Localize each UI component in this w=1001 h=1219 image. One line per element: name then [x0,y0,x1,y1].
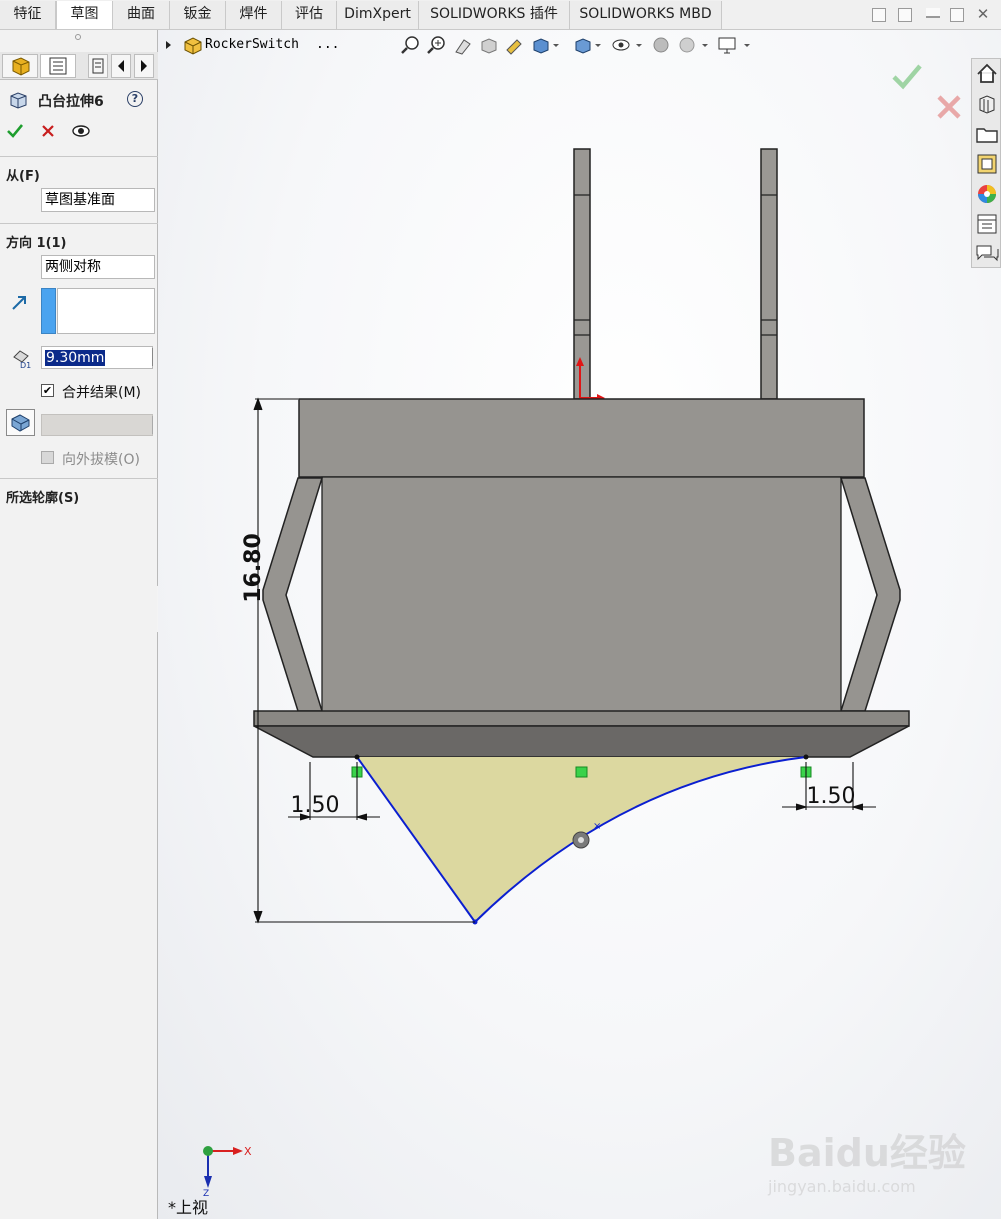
latch-right[interactable] [839,477,901,712]
right-offset-value[interactable]: 1.50 [807,784,856,809]
feature-title: 凸台拉伸6 [38,94,104,110]
x-axis-label: X [244,1145,252,1158]
collapse-right-icon[interactable] [898,8,912,22]
watermark-brand: Baidu经验 [768,1131,966,1175]
selected-contours-heading: 所选轮廓(S) [6,491,80,506]
view-triad[interactable] [203,1146,243,1188]
close-icon[interactable]: ✕ [976,7,990,22]
merge-result-label: 合并结果(M) [62,385,142,401]
depth-input[interactable]: 9.30mm [41,346,153,369]
divider [0,478,158,479]
left-offset-value[interactable]: 1.50 [291,793,340,818]
chevron-left-icon [118,60,124,72]
extrude-feature-icon [10,92,27,109]
tab-weldments[interactable]: 焊件 [226,1,282,29]
bottom-flange[interactable] [253,710,910,758]
latch-left[interactable] [262,477,324,712]
tab-scroll-left[interactable] [111,54,131,78]
end-condition-select[interactable]: 两侧对称 [41,255,155,279]
chevron-right-icon [141,60,147,72]
feature-manager-tab[interactable] [2,54,38,78]
draft-angle-input[interactable] [41,414,153,436]
selection-color-swatch [41,288,56,334]
draft-icon [11,414,30,432]
tab-dimxpert[interactable]: DimXpert [337,1,419,29]
divider [0,223,158,224]
help-icon[interactable]: ? [127,91,143,107]
spinner-icon[interactable] [152,416,154,434]
horizontal-relation-icon[interactable] [575,766,588,778]
restore-icon[interactable] [950,8,964,22]
switch-body[interactable] [298,398,865,713]
terminal-right[interactable] [760,148,778,400]
from-start-condition[interactable]: 草图基准面 [41,188,155,212]
merge-result-checkbox[interactable]: ✔ [41,384,54,397]
view-orientation-label: *上视 [168,1198,208,1217]
baidu-watermark: Baidu经验 jingyan.baidu.com [767,1131,966,1196]
depth-value: 9.30mm [45,350,106,366]
svg-text:×: × [593,821,601,832]
model-canvas: × 16.80 1.50 1.50 X Z *上视 Baidu经验 jingya… [168,148,966,1217]
property-list-icon [49,57,67,75]
minimize-icon[interactable] [926,8,940,18]
spline-handle-icon[interactable] [572,831,590,849]
config-icon [92,58,104,74]
draft-outward-checkbox[interactable] [41,451,54,464]
draft-outward-label: 向外拔模(O) [62,452,140,468]
from-heading: 从(F) [6,169,40,184]
direction1-heading: 方向 1(1) [6,236,67,251]
property-manager-tab[interactable] [40,54,76,78]
watermark-url: jingyan.baidu.com [767,1177,916,1196]
direction-reference-box[interactable] [57,288,155,334]
divider [0,156,158,157]
feature-tree-icon [12,57,30,76]
tab-solidworks-mbd[interactable]: SOLIDWORKS MBD [570,1,722,29]
eye-icon[interactable] [71,123,91,139]
panel-grip-icon[interactable] [75,34,81,40]
tab-sheet-metal[interactable]: 钣金 [170,1,226,29]
height-dimension-value[interactable]: 16.80 [241,533,266,603]
tab-evaluate[interactable]: 评估 [282,1,337,29]
draft-toggle-button[interactable] [6,409,35,436]
check-icon[interactable] [6,122,24,140]
x-icon[interactable] [40,123,56,139]
tab-features[interactable]: 特征 [0,1,56,29]
svg-text:D1: D1 [20,361,31,369]
tab-sketch[interactable]: 草图 [56,1,113,29]
tab-solidworks-addins[interactable]: SOLIDWORKS 插件 [419,1,570,29]
depth-icon: D1 [13,350,31,369]
spinner-icon[interactable] [152,348,154,366]
tab-scroll-right[interactable] [134,54,154,78]
command-manager-tabs: 特征 草图 曲面 钣金 焊件 评估 DimXpert SOLIDWORKS 插件… [0,0,1001,30]
tab-surfaces[interactable]: 曲面 [113,1,170,29]
panel-tabs [0,52,158,80]
collapse-left-icon[interactable] [872,8,886,22]
property-manager: 凸台拉伸6 ? 从(F) 草图基准面 方向 1(1) 两侧对称 D1 9.30m… [0,30,169,1219]
config-manager-tab[interactable] [88,54,108,78]
reverse-direction-icon[interactable] [10,294,28,312]
